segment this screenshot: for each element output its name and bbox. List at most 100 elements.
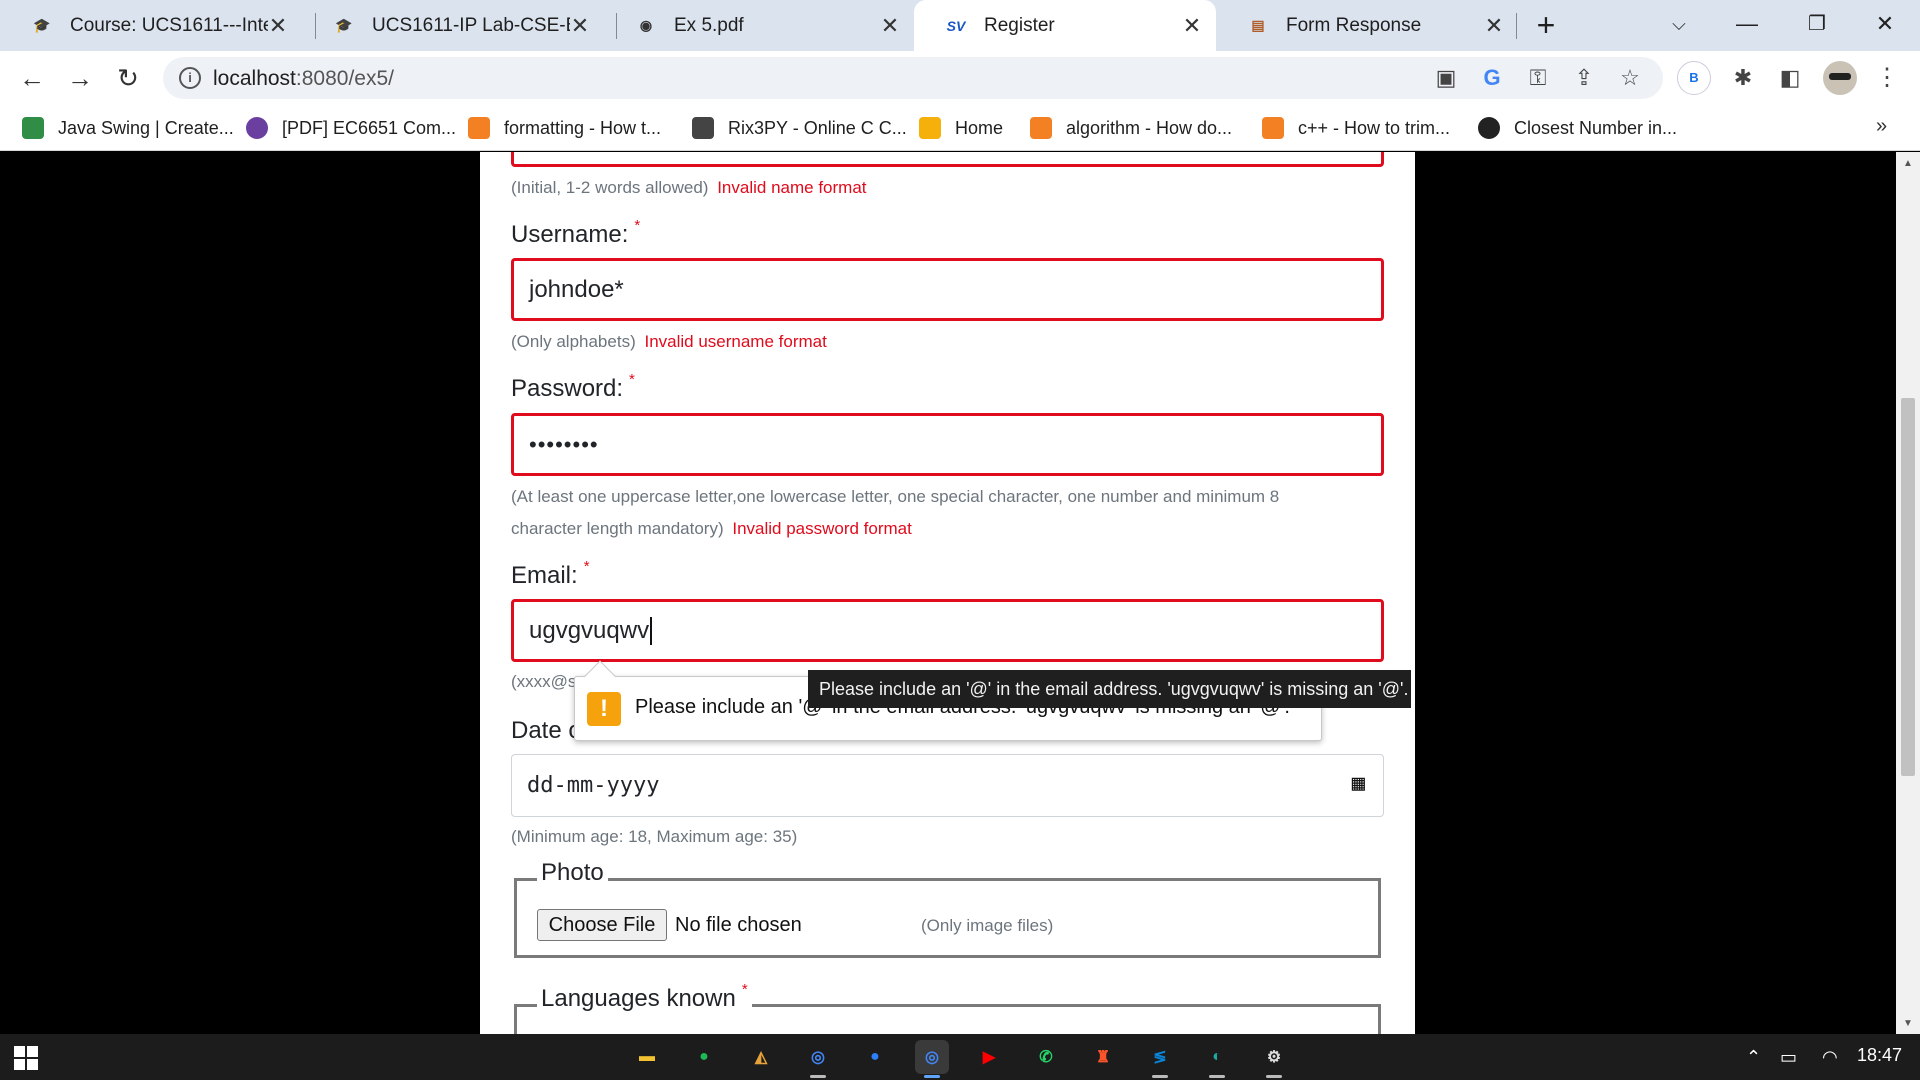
- choose-file-button[interactable]: Choose File: [537, 909, 667, 941]
- close-icon[interactable]: ✕: [1484, 13, 1504, 39]
- extensions-icon[interactable]: ✱: [1726, 61, 1760, 95]
- scrollbar-thumb[interactable]: [1901, 398, 1915, 776]
- bookmark-label: Rix3PY - Online C C...: [728, 117, 907, 138]
- password-help: (At least one uppercase letter,one lower…: [511, 481, 1279, 545]
- key-icon[interactable]: ⚿: [1521, 61, 1555, 95]
- page-icon: ▤: [1251, 17, 1265, 33]
- brave-icon[interactable]: ♜: [1086, 1040, 1120, 1074]
- bookmark-item[interactable]: Java Swing | Create...: [22, 114, 234, 142]
- bookmark-label: formatting - How t...: [504, 117, 662, 138]
- windows-start-icon[interactable]: [14, 1046, 38, 1070]
- email-help: (xxxx@s: [511, 672, 577, 691]
- file-explorer-icon[interactable]: ▬: [630, 1040, 664, 1074]
- share-icon[interactable]: ⇪: [1567, 61, 1601, 95]
- chrome-active-icon[interactable]: ◎: [915, 1040, 949, 1078]
- matlab-icon[interactable]: ◭: [744, 1040, 778, 1074]
- tab-ex5-pdf[interactable]: ◉ Ex 5.pdf ✕: [604, 0, 914, 51]
- bookmark-label: c++ - How to trim...: [1298, 117, 1451, 138]
- google-translate-icon[interactable]: G: [1475, 61, 1509, 95]
- close-icon[interactable]: ✕: [880, 13, 900, 39]
- photo-legend: Photo: [537, 859, 608, 887]
- wifi-icon[interactable]: ◠: [1822, 1047, 1838, 1068]
- back-icon[interactable]: ←: [15, 61, 49, 95]
- url-text[interactable]: localhost:8080/ex5/: [213, 67, 394, 91]
- required-mark: *: [629, 371, 635, 388]
- tab-ip-lab[interactable]: 🎓 UCS1611-IP Lab-CSE-B-23 ✕: [302, 0, 604, 51]
- chrome-icon[interactable]: ◎: [801, 1040, 835, 1078]
- reload-icon[interactable]: ↻: [111, 61, 145, 95]
- username-hint: (Only alphabets): [511, 332, 636, 351]
- scroll-down-icon[interactable]: ▼: [1903, 1018, 1913, 1029]
- menu-kebab-icon[interactable]: ⋮: [1870, 61, 1904, 95]
- close-icon[interactable]: ✕: [570, 13, 590, 39]
- bookmark-item[interactable]: [PDF] EC6651 Com...: [246, 114, 456, 142]
- bookmark-item[interactable]: c++ - How to trim...: [1262, 114, 1450, 142]
- spotify-icon[interactable]: ●: [687, 1040, 721, 1074]
- minimize-icon[interactable]: —: [1727, 6, 1767, 42]
- whatsapp-icon[interactable]: ✆: [1029, 1040, 1063, 1074]
- warning-icon: !: [587, 692, 621, 726]
- languages-legend-text: Languages known: [541, 985, 736, 1012]
- tab-search-icon[interactable]: ⌵: [1659, 6, 1699, 42]
- bookmark-item[interactable]: formatting - How t...: [468, 114, 661, 142]
- bookmark-item[interactable]: algorithm - How do...: [1030, 114, 1232, 142]
- side-panel-icon[interactable]: ◧: [1773, 61, 1807, 95]
- forward-icon[interactable]: →: [63, 61, 97, 95]
- close-window-icon[interactable]: ✕: [1865, 6, 1905, 42]
- taskbar-clock[interactable]: 18:47: [1857, 1045, 1902, 1066]
- globe-icon: ◉: [639, 17, 653, 33]
- settings-icon[interactable]: ⚙: [1257, 1040, 1291, 1078]
- username-input[interactable]: johndoe*: [511, 258, 1384, 321]
- site-info-icon[interactable]: i: [179, 67, 201, 89]
- register-form: (Initial, 1-2 words allowed) Invalid nam…: [480, 152, 1415, 1034]
- email-input[interactable]: ugvgvuqwv: [511, 599, 1384, 662]
- moodle-icon: 🎓: [335, 17, 353, 33]
- required-mark: *: [583, 558, 590, 575]
- password-input[interactable]: ••••••••: [511, 413, 1384, 476]
- username-error: Invalid username format: [644, 332, 827, 351]
- site-logo-icon: SV: [946, 17, 966, 34]
- name-input[interactable]: [511, 152, 1384, 167]
- no-file-text: No file chosen: [675, 914, 802, 936]
- globe-icon: [1478, 117, 1500, 139]
- profile-badge[interactable]: B: [1677, 61, 1711, 95]
- address-bar[interactable]: i localhost:8080/ex5/ ▣ G ⚿ ⇪ ☆: [163, 57, 1663, 99]
- bookmark-label: [PDF] EC6651 Com...: [282, 117, 457, 138]
- bookmark-item[interactable]: Closest Number in...: [1478, 114, 1677, 142]
- ideone-icon: [692, 117, 714, 139]
- username-label: Username: *: [511, 217, 640, 249]
- tray-expand-icon[interactable]: ⌃: [1746, 1047, 1761, 1068]
- youtube-icon[interactable]: ▶: [972, 1040, 1006, 1074]
- required-mark: *: [634, 217, 641, 234]
- battery-icon[interactable]: ▭: [1780, 1047, 1797, 1068]
- tab-title: Register: [984, 14, 1055, 36]
- password-label: Password: *: [511, 371, 635, 403]
- restore-icon[interactable]: ❐: [1797, 6, 1837, 42]
- tab-register[interactable]: SV Register ✕: [914, 0, 1216, 51]
- avatar[interactable]: [1823, 61, 1857, 95]
- dob-help: (Minimum age: 18, Maximum age: 35): [511, 827, 798, 846]
- dob-placeholder: dd-mm-yyyy: [527, 773, 660, 798]
- popup-blocked-icon[interactable]: ▣: [1429, 61, 1463, 95]
- spotify-alt-icon[interactable]: ●: [858, 1040, 892, 1074]
- dob-input[interactable]: dd-mm-yyyy ▦: [511, 754, 1384, 817]
- page-scrollbar[interactable]: ▲ ▼: [1896, 152, 1920, 1034]
- edge-icon[interactable]: ◐: [1200, 1040, 1234, 1078]
- home-box-icon: [919, 117, 941, 139]
- bookmark-item[interactable]: Home: [919, 114, 1003, 142]
- new-tab-button[interactable]: +: [1528, 8, 1564, 44]
- password-hint-line1: (At least one uppercase letter,one lower…: [511, 487, 1280, 506]
- bookmark-star-icon[interactable]: ☆: [1613, 61, 1647, 95]
- bookmark-item[interactable]: Rix3PY - Online C C...: [692, 114, 907, 142]
- vscode-icon[interactable]: ≶: [1143, 1040, 1177, 1078]
- photo-fieldset: Photo Choose File No file chosen (Only i…: [514, 859, 1381, 958]
- calendar-icon[interactable]: ▦: [1352, 771, 1365, 796]
- photo-help: (Only image files): [921, 916, 1054, 935]
- tab-form-response[interactable]: ▤ Form Response ✕: [1216, 0, 1518, 51]
- close-icon[interactable]: ✕: [268, 13, 288, 39]
- more-bookmarks-icon[interactable]: »: [1876, 115, 1887, 138]
- close-icon[interactable]: ✕: [1182, 13, 1202, 39]
- tab-course[interactable]: 🎓 Course: UCS1611---Intern ✕: [0, 0, 302, 51]
- stackoverflow-icon: [1030, 117, 1052, 139]
- scroll-up-icon[interactable]: ▲: [1903, 158, 1913, 169]
